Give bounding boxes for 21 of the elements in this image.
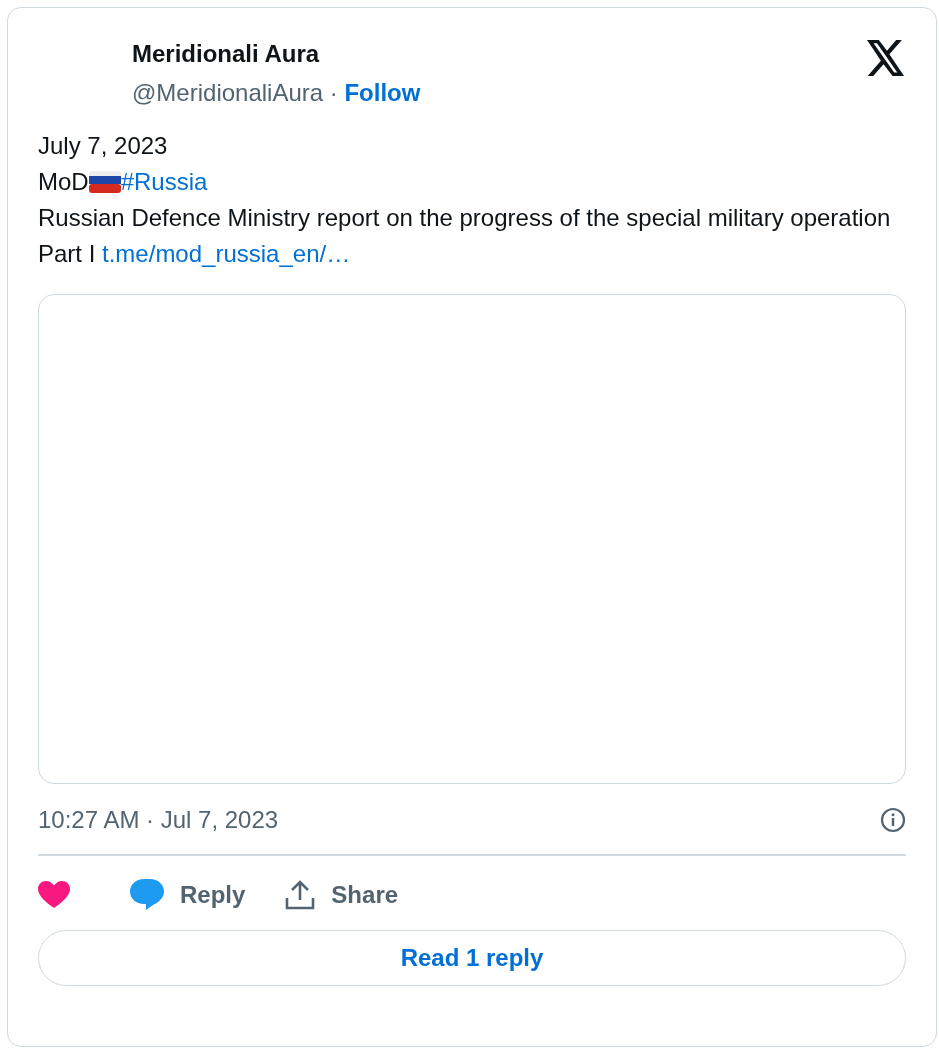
post-link[interactable]: #Russia	[120, 168, 208, 195]
reply-button[interactable]: Reply	[130, 877, 246, 913]
follow-link[interactable]: Follow	[344, 79, 421, 106]
post-link[interactable]: t.me/mod_russia_en/…	[102, 240, 351, 267]
like-button[interactable]	[38, 881, 70, 909]
timestamp[interactable]: 10:27 AM · Jul 7, 2023	[38, 802, 279, 838]
author-name: Meridionali Aura	[132, 39, 321, 69]
speech-bubble-icon	[130, 879, 164, 911]
share-button[interactable]: Share	[285, 877, 399, 913]
post-text: July 7, 2023	[38, 132, 168, 159]
share-icon	[285, 880, 316, 910]
x-logo-icon[interactable]	[866, 40, 906, 76]
read-replies-button[interactable]: Read 1 reply	[38, 930, 906, 986]
info-icon[interactable]	[880, 807, 906, 833]
author-handle: @MeridionaliAura	[132, 79, 324, 106]
post-text: Part I	[38, 240, 96, 267]
heart-icon	[38, 881, 70, 909]
separator: ·	[329, 79, 338, 106]
post-text: MoD	[38, 168, 89, 195]
post-text: Russian Defence Ministry report on the progress of the special military operation	[38, 204, 891, 231]
flag-icon	[88, 171, 121, 193]
